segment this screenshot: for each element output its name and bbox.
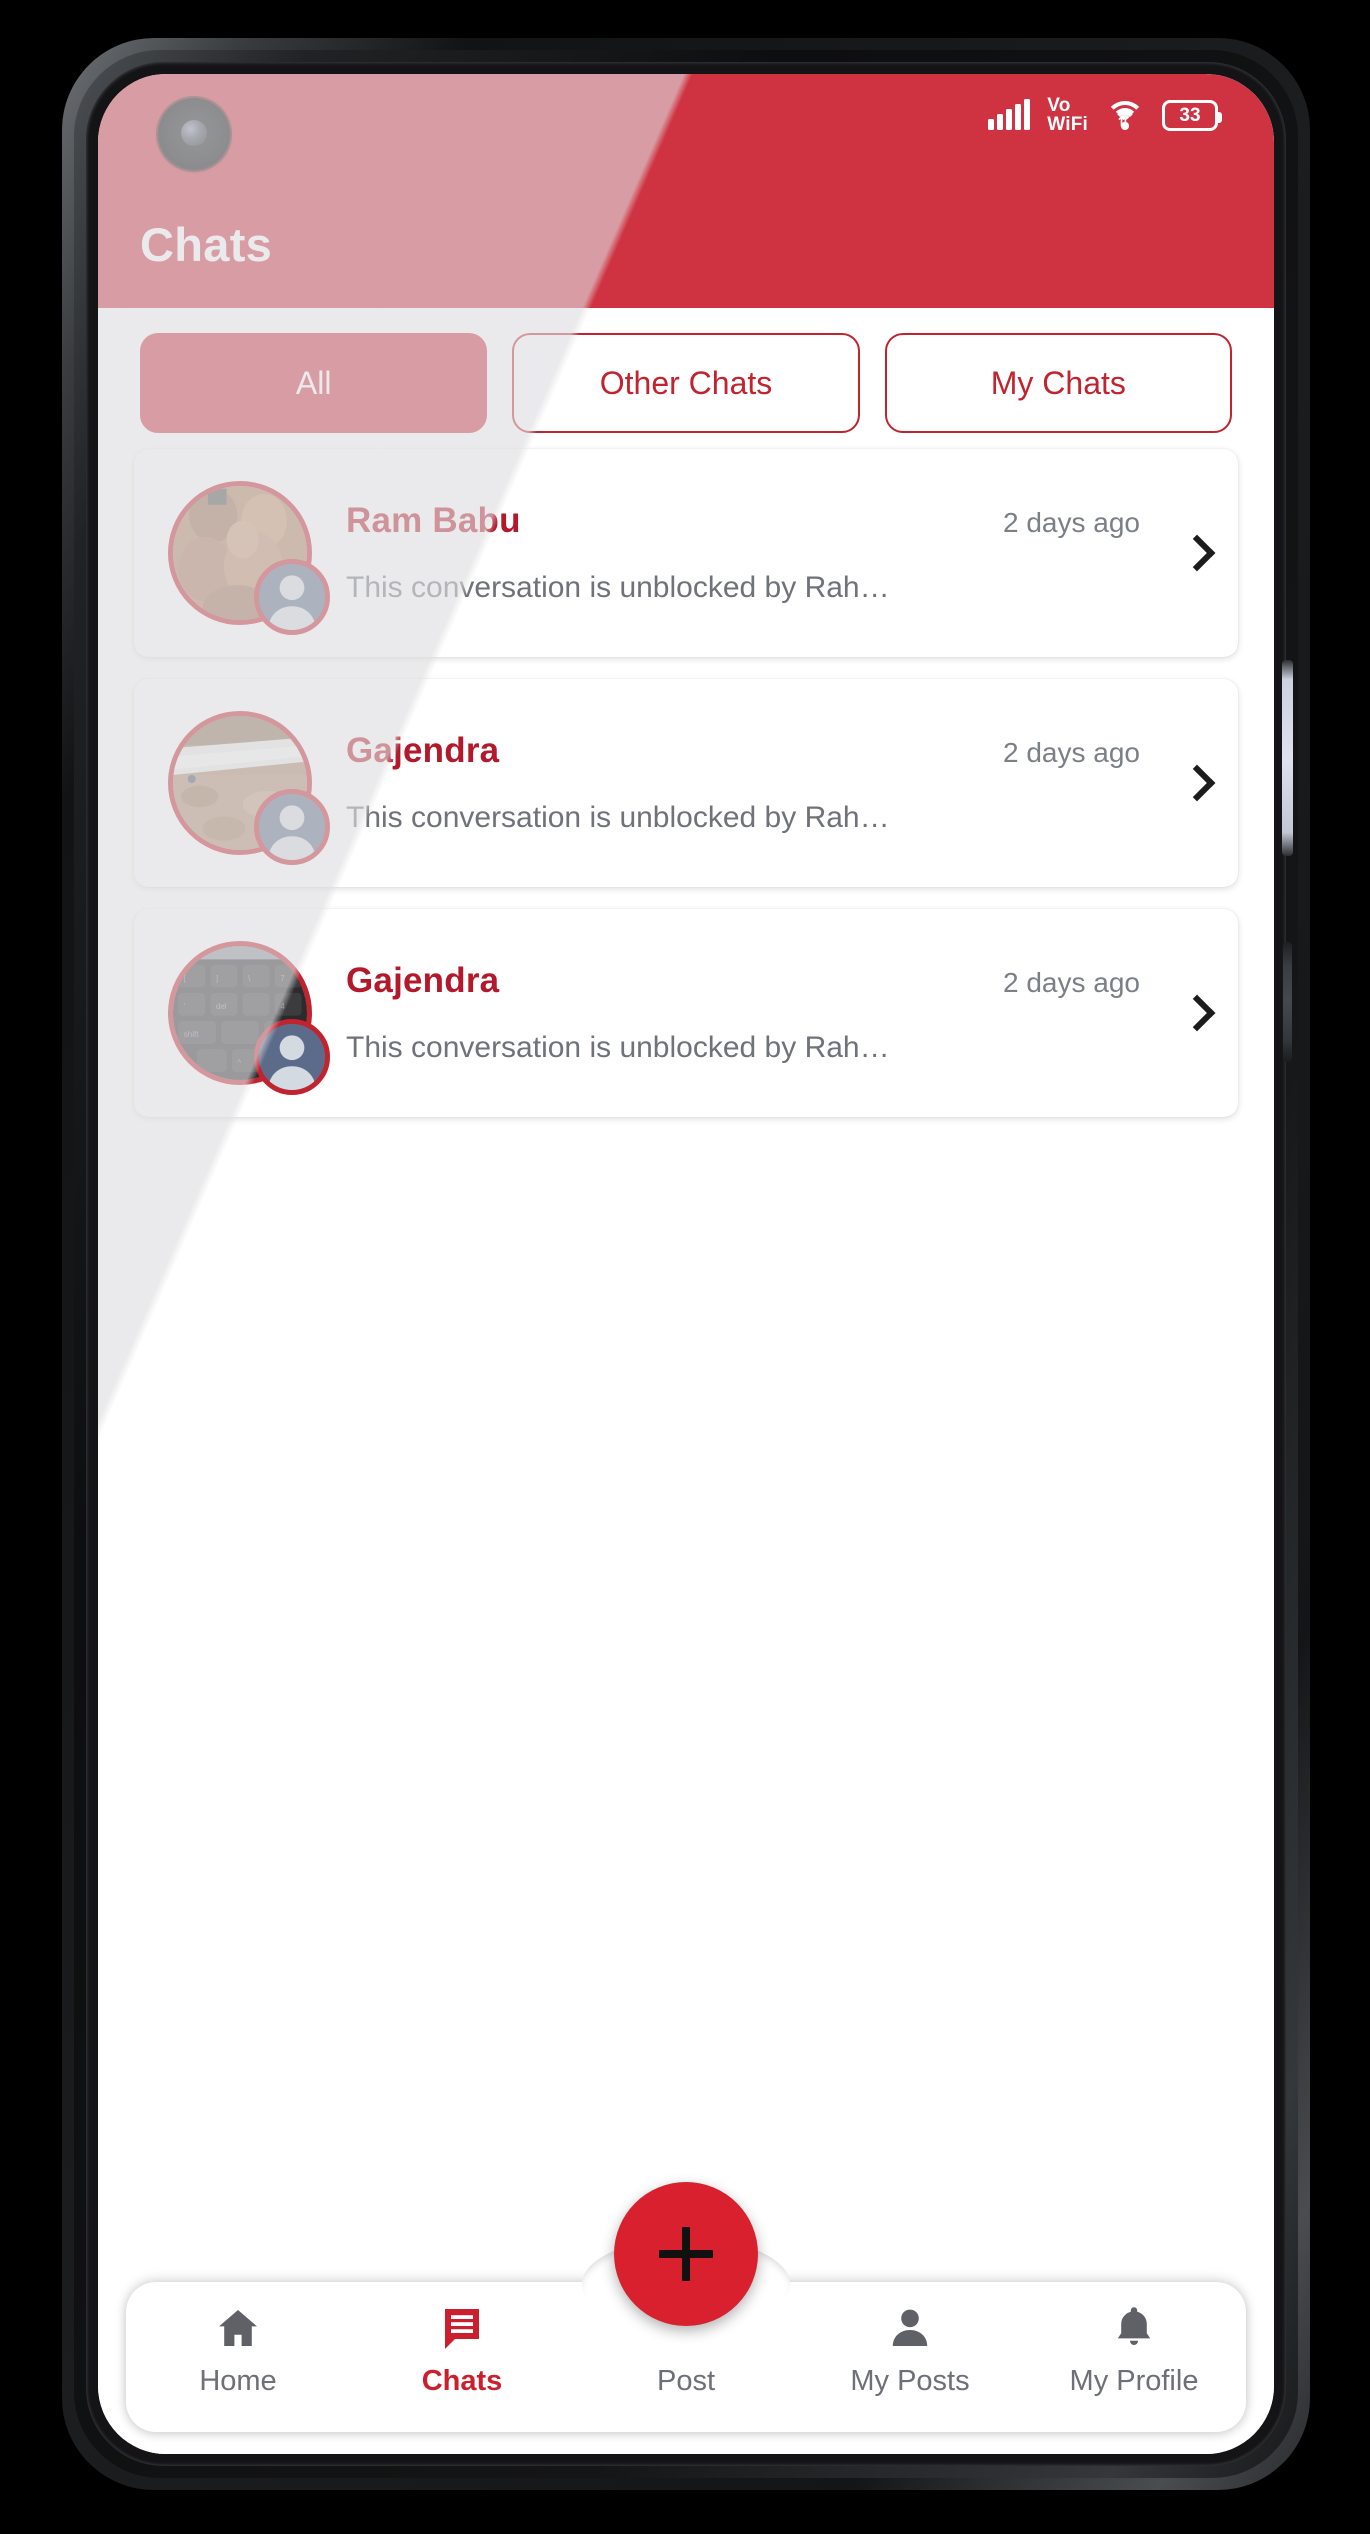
chat-list-item[interactable]: Ram Babu 2 days ago This conversation is… xyxy=(134,449,1238,657)
nav-label-my-profile: My Profile xyxy=(1069,2365,1199,2397)
chat-icon xyxy=(438,2302,486,2354)
battery-icon: 33 xyxy=(1162,99,1222,131)
chat-contact-name: Gajendra xyxy=(346,731,500,770)
chat-message-preview: This conversation is unblocked by Rah… xyxy=(346,1031,890,1064)
chat-contact-name: Ram Babu xyxy=(346,501,521,540)
user-avatar-icon xyxy=(254,1019,330,1095)
screenshot-stage: Vo WiFi ⇅ 33 Chats All Other Chats My Ch… xyxy=(0,0,1370,2534)
chat-message-preview: This conversation is unblocked by Rah… xyxy=(346,801,890,834)
tab-other-chats-label: Other Chats xyxy=(599,364,773,401)
svg-text:^: ^ xyxy=(237,1058,241,1067)
plus-icon xyxy=(659,2227,713,2281)
tab-other-chats[interactable]: Other Chats xyxy=(512,333,860,433)
avatar: [ ] \ 7 ' del 4 shift ^ xyxy=(168,941,330,1095)
battery-level-label: 33 xyxy=(1179,104,1201,126)
wifi-icon: ⇅ xyxy=(1105,99,1145,131)
chat-timestamp: 2 days ago xyxy=(1003,507,1140,538)
nav-label-home: Home xyxy=(199,2365,277,2397)
svg-text:4: 4 xyxy=(280,1002,285,1011)
vo-label: Vo xyxy=(1047,95,1071,116)
chevron-right-icon[interactable] xyxy=(1184,534,1206,572)
bottom-navigation-area: Home Chats Post My Posts My Profile xyxy=(98,2182,1274,2454)
nav-label-post: Post xyxy=(656,2365,716,2397)
chat-item-content: Ram Babu 2 days ago This conversation is… xyxy=(346,501,1208,605)
tab-my-chats[interactable]: My Chats xyxy=(884,333,1232,433)
svg-text:shift: shift xyxy=(184,1030,199,1039)
nav-item-my-profile[interactable]: My Profile xyxy=(1022,2302,1246,2398)
signal-bars-icon xyxy=(988,99,1031,130)
page-title: Chats xyxy=(140,218,273,271)
chevron-right-icon[interactable] xyxy=(1184,994,1206,1032)
chat-timestamp: 2 days ago xyxy=(1003,737,1140,768)
person-silhouette-icon xyxy=(259,794,325,860)
home-icon xyxy=(214,2302,262,2354)
nav-item-home[interactable]: Home xyxy=(126,2302,350,2398)
chevron-right-icon[interactable] xyxy=(1184,764,1206,802)
chat-item-content: Gajendra 2 days ago This conversation is… xyxy=(346,961,1208,1065)
nav-item-my-posts[interactable]: My Posts xyxy=(798,2302,1022,2398)
chat-list-item[interactable]: [ ] \ 7 ' del 4 shift ^ Gajendra 2 days … xyxy=(134,909,1238,1117)
chat-item-content: Gajendra 2 days ago This conversation is… xyxy=(346,731,1208,835)
status-bar: Vo WiFi ⇅ 33 xyxy=(98,74,1274,156)
app-body: All Other Chats My Chats Ram Babu 2 days… xyxy=(98,308,1274,2454)
avatar xyxy=(168,481,330,635)
nav-item-chats[interactable]: Chats xyxy=(350,2302,574,2398)
wifi-label: WiFi xyxy=(1047,114,1088,135)
chat-list: Ram Babu 2 days ago This conversation is… xyxy=(98,433,1274,1117)
chat-filter-tabs: All Other Chats My Chats xyxy=(98,308,1274,433)
chat-message-preview: This conversation is unblocked by Rah… xyxy=(346,571,890,604)
svg-text:]: ] xyxy=(216,974,218,983)
user-avatar-icon xyxy=(254,789,330,865)
user-avatar-icon xyxy=(254,559,330,635)
avatar xyxy=(168,711,330,865)
person-silhouette-icon xyxy=(259,564,325,630)
chat-timestamp: 2 days ago xyxy=(1003,967,1140,998)
phone-screen: Vo WiFi ⇅ 33 Chats All Other Chats My Ch… xyxy=(98,74,1274,2454)
tab-all[interactable]: All xyxy=(140,333,488,433)
power-button[interactable] xyxy=(1282,660,1293,856)
tab-all-label: All xyxy=(295,364,332,401)
nav-label-my-posts: My Posts xyxy=(850,2365,970,2397)
volte-wifi-indicator: Vo WiFi xyxy=(1047,96,1088,134)
chat-list-item[interactable]: Gajendra 2 days ago This conversation is… xyxy=(134,679,1238,887)
nav-label-chats: Chats xyxy=(421,2365,503,2397)
person-silhouette-icon xyxy=(259,1024,325,1090)
add-post-fab-button[interactable] xyxy=(614,2182,758,2326)
bell-icon xyxy=(1110,2302,1158,2354)
person-icon xyxy=(886,2302,934,2354)
chat-contact-name: Gajendra xyxy=(346,961,500,1000)
svg-text:del: del xyxy=(216,1002,227,1011)
volume-button[interactable] xyxy=(1283,942,1292,1062)
tab-my-chats-label: My Chats xyxy=(990,364,1126,401)
svg-text:7: 7 xyxy=(280,974,285,983)
app-header: Vo WiFi ⇅ 33 Chats xyxy=(98,74,1274,308)
